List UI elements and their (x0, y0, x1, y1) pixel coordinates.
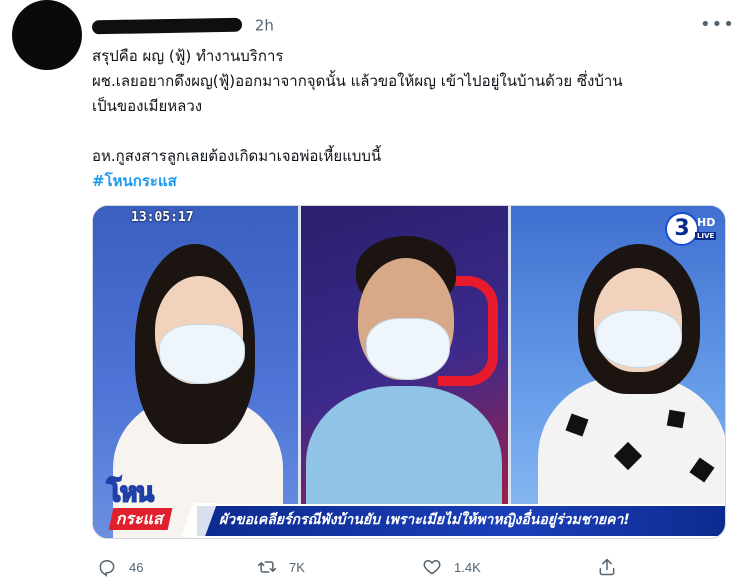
panel-divider (508, 206, 511, 538)
reply-count: 46 (129, 559, 144, 575)
show-logo-top: โหน (106, 477, 155, 509)
tweet-header: 2h (91, 14, 692, 36)
tweet-text-line: สรุปคือ ผญ (ฟู้) ทำงานบริการ (92, 47, 284, 65)
tweet-text-line: เป็นของเมียหลวง (92, 97, 203, 115)
tweet-text: สรุปคือ ผญ (ฟู้) ทำงานบริการ ผช.เลยอยากด… (92, 44, 732, 194)
face-mask (159, 324, 245, 384)
channel-live-badge: LIVE (695, 232, 717, 240)
tweet-text-line: ผช.เลยอยากดึงผญ(ฟู้)ออกมาจากจุดนั้น แล้ว… (92, 72, 623, 90)
face-mask (596, 310, 682, 368)
broadcast-timestamp: 13:05:17 (131, 210, 194, 225)
like-count: 1.4K (454, 559, 481, 575)
reply-icon (99, 559, 115, 577)
reply-button[interactable]: 46 (97, 552, 143, 582)
ticker-text: ผัวขอเคลียร์กรณีพังบ้านยับ เพราะเมียไม่ใ… (219, 512, 630, 528)
tweet-actions: 46 7K 1.4K (92, 552, 732, 582)
tweet-text-line: อห.กูสงสารลูกเลยต้องเกิดมาเจอพ่อเหี้ยแบบ… (92, 147, 382, 165)
channel-number: 3 (665, 212, 699, 246)
face-mask (366, 318, 450, 380)
retweet-button[interactable]: 7K (257, 552, 305, 582)
media-panel-center (298, 206, 508, 538)
tweet-timestamp[interactable]: 2h (255, 17, 274, 35)
retweet-icon (257, 561, 277, 573)
retweet-count: 7K (289, 559, 305, 575)
panel-divider (298, 206, 301, 538)
media-panel-right (508, 206, 725, 538)
hashtag-link[interactable]: #โหนกระแส (92, 169, 732, 194)
show-logo-bottom: กระแส (108, 508, 173, 530)
share-icon (599, 558, 615, 576)
channel-logo: 3 HD LIVE (661, 212, 717, 250)
tweet-media-image[interactable]: 13:05:17 3 HD LIVE ผัวขอเคลียร์กรณีพังบ้… (92, 205, 726, 539)
share-button[interactable] (597, 552, 617, 582)
channel-hd-badge: HD (697, 216, 716, 229)
avatar[interactable] (12, 0, 82, 70)
tweet-text-gap (92, 119, 732, 144)
show-logo: โหน กระแส (106, 477, 199, 536)
ellipsis-icon[interactable]: ••• (700, 12, 734, 38)
like-button[interactable]: 1.4K (422, 552, 481, 582)
redacted-username (91, 17, 243, 34)
heart-icon (423, 559, 441, 575)
shirt-pattern (666, 409, 686, 429)
news-ticker: ผัวขอเคลียร์กรณีพังบ้านยับ เพราะเมียไม่ใ… (180, 503, 725, 538)
